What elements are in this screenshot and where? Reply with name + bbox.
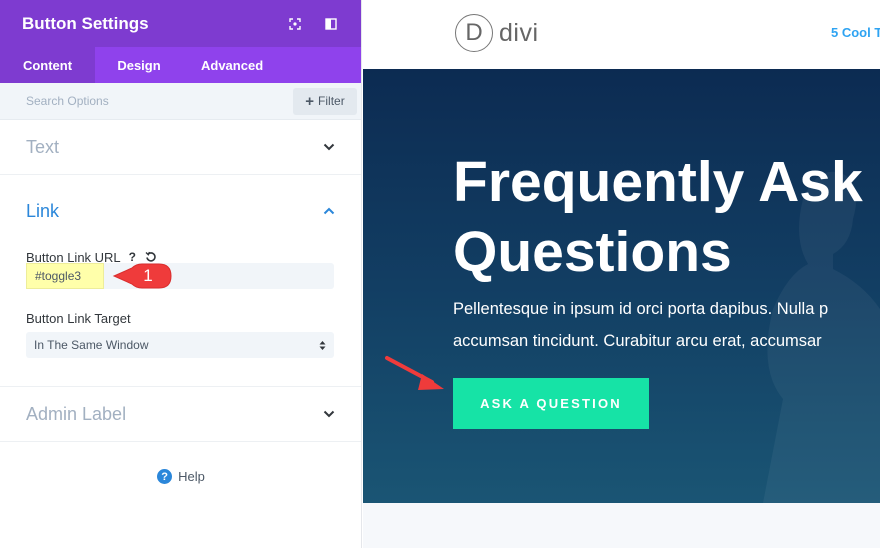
button-link-url-input[interactable]: #toggle3 [26, 263, 334, 289]
panel-header: Button Settings [0, 0, 361, 47]
logo-mark: D [455, 14, 493, 52]
site-header: D divi 5 Cool T [363, 0, 880, 69]
logo-text: divi [499, 18, 539, 47]
section-link-toggle[interactable]: Link [0, 175, 361, 247]
chevron-down-icon [323, 141, 335, 153]
hero-title-line-1: Frequently Ask [453, 150, 863, 214]
page-preview: D divi 5 Cool T Frequently Ask Questions… [363, 0, 880, 548]
hero-title-line-2: Questions [453, 220, 732, 284]
plus-icon: + [305, 92, 315, 110]
section-admin-label-toggle[interactable]: Admin Label [0, 387, 361, 441]
hero-description: Pellentesque in ipsum id orci porta dapi… [453, 293, 880, 357]
section-admin-label: Admin Label [0, 387, 361, 442]
ask-a-question-button[interactable]: ASK A QUESTION [453, 378, 649, 429]
search-bar: + Filter [0, 83, 361, 120]
section-text-toggle[interactable]: Text [0, 120, 361, 174]
section-link-title: Link [26, 200, 60, 221]
button-link-target-label: Button Link Target [26, 310, 131, 326]
button-link-target-select[interactable]: In The Same Window [26, 332, 334, 358]
search-options-input[interactable] [26, 94, 293, 108]
chevron-up-icon [323, 205, 335, 217]
settings-panel: Button Settings Content Design Advanced … [0, 0, 362, 548]
hero-desc-line-1: Pellentesque in ipsum id orci porta dapi… [453, 300, 829, 318]
help-icon: ? [157, 469, 173, 484]
filter-label: Filter [318, 94, 345, 108]
focus-icon[interactable] [277, 9, 313, 39]
hero-section: Frequently Ask Questions Pellentesque in… [363, 69, 880, 503]
tab-bar: Content Design Advanced [0, 47, 361, 83]
tab-advanced[interactable]: Advanced [183, 47, 263, 83]
select-arrows-icon [319, 340, 326, 351]
tab-design[interactable]: Design [95, 47, 183, 83]
nav-link[interactable]: 5 Cool T [831, 25, 880, 40]
section-text-title: Text [26, 136, 60, 157]
chevron-down-icon [323, 408, 335, 420]
divi-logo[interactable]: D divi [455, 14, 539, 52]
target-select-value: In The Same Window [34, 338, 149, 352]
tab-content[interactable]: Content [0, 47, 95, 83]
target-label-row: Button Link Target [0, 309, 157, 327]
annotation-arrow-icon [385, 356, 444, 390]
section-text: Text [0, 120, 361, 175]
hero-title: Frequently Ask Questions [453, 147, 880, 287]
filter-button[interactable]: + Filter [293, 87, 357, 115]
section-admin-label-title: Admin Label [26, 403, 127, 424]
hero-desc-line-2: accumsan tincidunt. Curabitur arcu erat,… [453, 332, 822, 350]
callout-number: 1 [143, 266, 153, 285]
help-label: Help [178, 469, 205, 484]
help-link[interactable]: ? Help [0, 469, 362, 484]
url-value-highlight: #toggle3 [26, 263, 104, 289]
split-view-icon[interactable] [313, 9, 349, 39]
panel-title: Button Settings [22, 13, 149, 33]
